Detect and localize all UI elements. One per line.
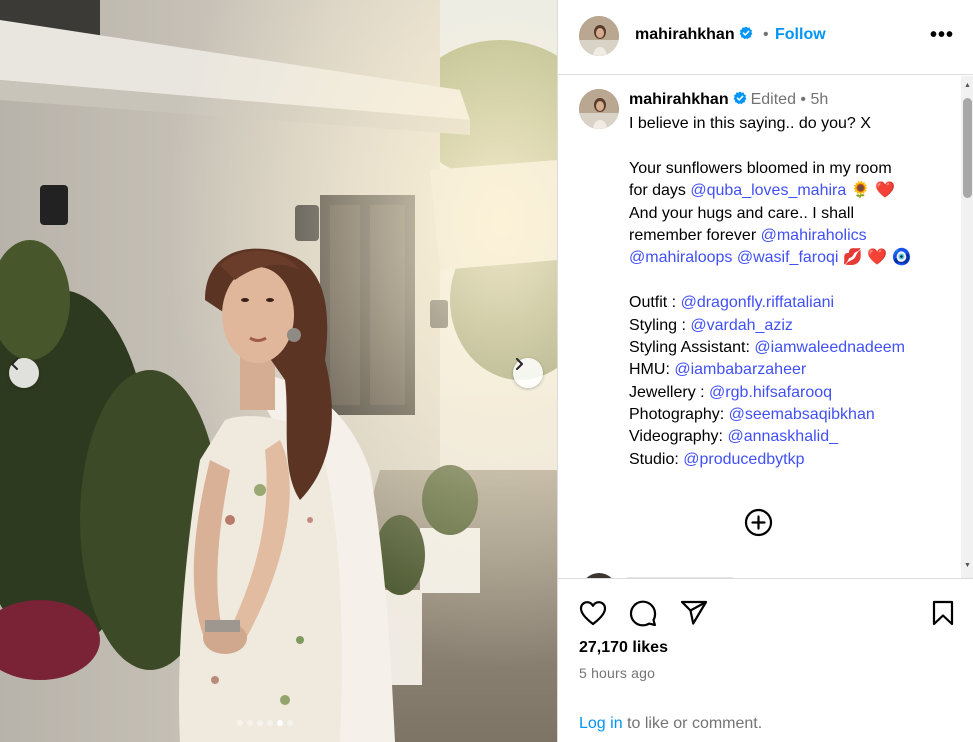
- caption-text-segment: 💋 ❤️ 🧿: [838, 249, 912, 267]
- verified-badge-icon: [739, 26, 752, 40]
- carousel-dot: [267, 720, 273, 726]
- scroll-thumb[interactable]: [963, 98, 972, 198]
- carousel-dot: [237, 720, 243, 726]
- post-timestamp: 5 hours ago: [579, 665, 656, 681]
- scroll-up-arrow-icon[interactable]: ▲: [964, 82, 971, 89]
- mention-link[interactable]: @mahiraloops: [629, 249, 732, 266]
- mention-link[interactable]: @producedbytkp: [683, 451, 804, 468]
- mention-link[interactable]: @dragonfly.riffataliani: [681, 294, 835, 311]
- caption-text-segment: Styling :: [629, 316, 691, 334]
- mention-link[interactable]: @seemabsaqibkhan: [729, 406, 875, 423]
- author-username-text[interactable]: mahirahkhan: [635, 26, 735, 43]
- caption-text-segment: HMU:: [629, 361, 675, 379]
- caption-username[interactable]: mahirahkhan: [629, 91, 729, 108]
- add-circle-icon[interactable]: [744, 508, 773, 537]
- mention-link[interactable]: @annaskhalid_: [727, 428, 838, 445]
- caption-text-segment: Styling Assistant:: [629, 338, 755, 356]
- mention-link[interactable]: @mahiraholics: [761, 227, 867, 244]
- caption-line: Studio: @producedbytkp: [629, 449, 949, 471]
- caption-author-avatar[interactable]: [579, 89, 619, 129]
- carousel-dot: [287, 720, 293, 726]
- login-prompt: Log in to like or comment.: [579, 715, 762, 733]
- scroll-down-arrow-icon[interactable]: ▼: [964, 562, 971, 569]
- caption-line: Photography: @seemabsaqibkhan: [629, 404, 949, 426]
- carousel-dot: [277, 720, 283, 726]
- likes-count[interactable]: 27,170 likes: [579, 639, 668, 657]
- caption-line: Outfit : @dragonfly.riffataliani: [629, 292, 949, 314]
- caption-text-segment: for days: [629, 182, 691, 200]
- share-icon[interactable]: [679, 598, 709, 628]
- mention-link[interactable]: @vardah_aziz: [690, 317, 793, 334]
- mention-link[interactable]: @iamwaleednadeem: [754, 339, 905, 356]
- caption-text-segment: Jewellery :: [629, 383, 710, 401]
- verified-badge-icon: [733, 91, 746, 105]
- caption-line: I believe in this saying.. do you? X: [629, 113, 949, 135]
- caption-line: Videography: @annaskhalid_: [629, 426, 949, 448]
- next-comment-preview: [586, 573, 735, 578]
- post-photo[interactable]: [0, 0, 557, 742]
- carousel-dot: [247, 720, 253, 726]
- post-details-panel: mahirahkhan • Follow ••• mahirahkhan Edit…: [557, 0, 973, 742]
- caption-line: Your sunflowers bloomed in my room: [629, 158, 949, 180]
- post-actions: 27,170 likes 5 hours ago Log in to like …: [558, 578, 973, 742]
- caption-text-segment: 🌻 ❤️: [846, 182, 895, 200]
- caption-line: Jewellery : @rgb.hifsafarooq: [629, 382, 949, 404]
- mention-link[interactable]: @rgb.hifsafarooq: [709, 384, 832, 401]
- post-header: mahirahkhan • Follow •••: [558, 0, 973, 75]
- mention-link[interactable]: @quba_loves_mahira: [690, 182, 846, 199]
- caption-line: for days @quba_loves_mahira 🌻 ❤️: [629, 180, 949, 202]
- caption-header: mahirahkhan Edited • 5h: [629, 91, 828, 109]
- mention-link[interactable]: @iambabarzaheer: [674, 361, 806, 378]
- login-link[interactable]: Log in: [579, 715, 623, 732]
- author-avatar[interactable]: [579, 16, 619, 56]
- login-prompt-text: to like or comment.: [622, 715, 763, 732]
- follow-button[interactable]: Follow: [775, 26, 826, 44]
- previous-slide-button[interactable]: [9, 358, 39, 388]
- caption-text-segment: Videography:: [629, 428, 728, 446]
- bookmark-icon[interactable]: [928, 598, 958, 628]
- photo-illustration: [0, 0, 557, 742]
- comments-section: mahirahkhan Edited • 5h I believe in this…: [558, 76, 961, 578]
- caption-text-segment: Studio:: [629, 450, 684, 468]
- header-separator: •: [763, 26, 769, 43]
- caption-line: Styling Assistant: @iamwaleednadeem: [629, 337, 949, 359]
- more-options-icon[interactable]: •••: [930, 24, 954, 47]
- caption-meta: Edited • 5h: [750, 91, 829, 108]
- author-username[interactable]: mahirahkhan: [635, 26, 753, 44]
- chevron-right-icon: [516, 358, 523, 370]
- avatar-image: [579, 89, 619, 129]
- carousel-indicator: [237, 720, 293, 726]
- caption-line: And your hugs and care.. I shall: [629, 203, 949, 225]
- heart-icon[interactable]: [578, 598, 608, 628]
- caption-line: HMU: @iambabarzaheer: [629, 359, 949, 381]
- carousel-dot: [257, 720, 263, 726]
- caption-text-segment: remember forever: [629, 226, 761, 244]
- caption-text-segment: I believe in this saying.. do you? X: [629, 115, 871, 132]
- caption-text: I believe in this saying.. do you? X Your…: [629, 113, 949, 471]
- caption-text-segment: Your sunflowers bloomed in my room: [629, 159, 892, 177]
- comments-scrollbar[interactable]: ▲ ▼: [961, 76, 973, 578]
- caption-line: Styling : @vardah_aziz: [629, 315, 949, 337]
- mention-link[interactable]: @wasif_faroqi: [737, 249, 839, 266]
- next-slide-button[interactable]: [513, 358, 543, 388]
- caption-text-segment: And your hugs and care.. I shall: [629, 204, 855, 222]
- caption-text-segment: Outfit :: [629, 294, 681, 312]
- caption-line: remember forever @mahiraholics: [629, 225, 949, 247]
- chevron-left-icon: [11, 358, 18, 370]
- comment-icon[interactable]: [628, 598, 658, 628]
- caption-line: @mahiraloops @wasif_faroqi 💋 ❤️ 🧿: [629, 247, 949, 269]
- caption-text-segment: Photography:: [629, 406, 729, 424]
- avatar-image: [579, 16, 619, 56]
